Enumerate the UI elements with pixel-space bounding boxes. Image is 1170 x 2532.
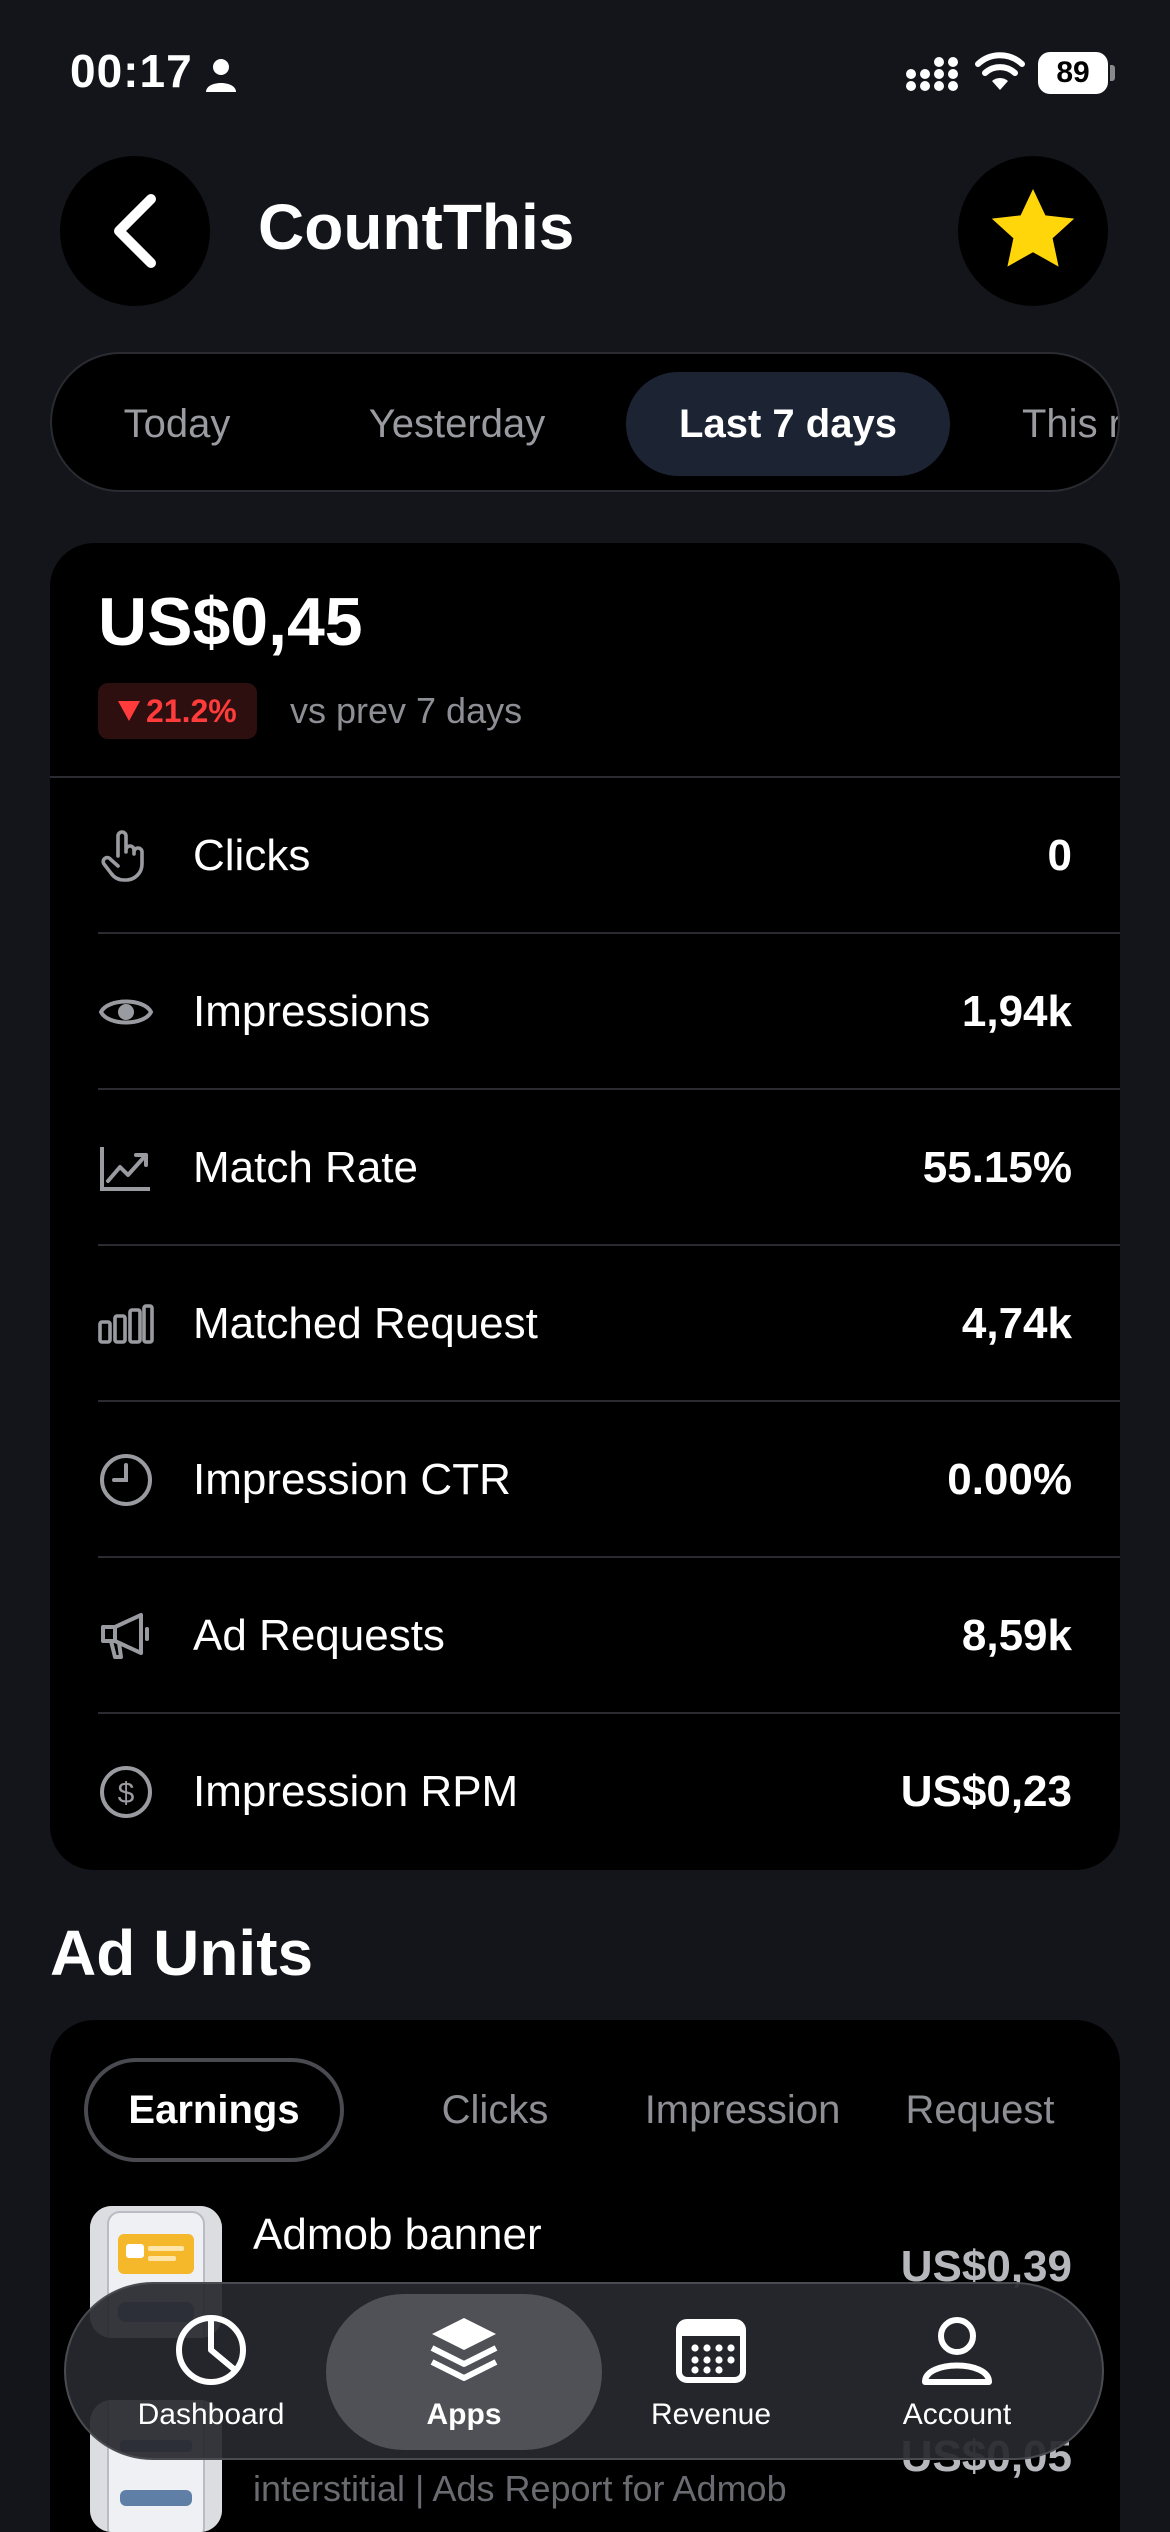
- wifi-icon: [975, 52, 1025, 90]
- metric-value: 0.00%: [947, 1455, 1072, 1504]
- pointer-hand-icon: [98, 828, 154, 884]
- tab-request[interactable]: Request: [860, 2058, 1100, 2162]
- tab-today[interactable]: Today: [72, 372, 282, 476]
- status-bar: 00:17 89: [0, 0, 1170, 150]
- battery-level: 89: [1056, 56, 1090, 89]
- metric-row-clicks[interactable]: Clicks 0: [98, 778, 1120, 934]
- earnings-amount: US$0,45: [98, 584, 363, 660]
- tab-bar-label: Dashboard: [137, 2398, 285, 2431]
- ad-unit-name: Admob banner: [253, 2210, 542, 2259]
- change-caption: vs prev 7 days: [290, 690, 523, 731]
- favorite-button[interactable]: [958, 156, 1108, 306]
- tab-impression[interactable]: Impression: [610, 2058, 875, 2162]
- bars-icon: [98, 1296, 154, 1352]
- app-screen: 00:17 89 CountThis Today Yesterday Last …: [0, 0, 1170, 2532]
- change-percent: 21.2%: [146, 692, 237, 729]
- metric-row-matched-request[interactable]: Matched Request 4,74k: [98, 1246, 1120, 1402]
- metric-value: 8,59k: [961, 1611, 1072, 1660]
- triangle-down-icon: [118, 701, 140, 721]
- calendar-icon: [676, 2319, 746, 2383]
- metric-value: 0: [1047, 831, 1072, 880]
- section-title-ad-units: Ad Units: [50, 1917, 314, 1989]
- pie-chart-icon: [176, 2315, 246, 2385]
- svg-text:$: $: [118, 1777, 135, 1810]
- chevron-left-icon: [114, 194, 156, 268]
- metric-value: 1,94k: [961, 987, 1072, 1036]
- eye-icon: [98, 984, 154, 1040]
- tab-last-7-days[interactable]: Last 7 days: [626, 372, 950, 476]
- metric-value: 55.15%: [922, 1143, 1072, 1192]
- status-time: 00:17: [70, 45, 193, 97]
- back-button[interactable]: [60, 156, 210, 306]
- metric-value: US$0,23: [900, 1767, 1072, 1816]
- metric-row-impression-ctr[interactable]: Impression CTR 0.00%: [98, 1402, 1120, 1558]
- metric-label: Match Rate: [193, 1143, 418, 1192]
- metric-label: Impression RPM: [193, 1767, 519, 1816]
- megaphone-icon: [98, 1608, 154, 1664]
- summary-card: US$0,45 21.2% vs prev 7 days Clicks 0 Im…: [50, 543, 1120, 1870]
- metric-label: Matched Request: [193, 1299, 538, 1348]
- bottom-tab-bar: Dashboard Apps Revenue Account: [64, 2282, 1104, 2460]
- trend-chart-icon: [98, 1140, 154, 1196]
- tab-bar-label: Revenue: [650, 2398, 772, 2431]
- dollar-circle-icon: $: [98, 1764, 154, 1820]
- battery-nub: [1110, 65, 1115, 81]
- tab-clicks[interactable]: Clicks: [370, 2058, 620, 2162]
- metric-row-match-rate[interactable]: Match Rate 55.15%: [98, 1090, 1120, 1246]
- metric-value: 4,74k: [961, 1299, 1072, 1348]
- tab-bar-apps[interactable]: Apps: [326, 2294, 602, 2450]
- metric-label: Clicks: [193, 831, 311, 880]
- metric-row-ad-requests[interactable]: Ad Requests 8,59k: [98, 1558, 1120, 1714]
- tab-bar-dashboard[interactable]: Dashboard: [86, 2294, 336, 2450]
- battery-indicator: 89: [1038, 52, 1108, 94]
- person-icon: [922, 2317, 992, 2385]
- metric-row-impression-rpm[interactable]: $ Impression RPM US$0,23: [98, 1714, 1120, 1870]
- layers-icon: [430, 2318, 498, 2381]
- tab-bar-revenue[interactable]: Revenue: [586, 2294, 836, 2450]
- page-title: CountThis: [258, 191, 575, 263]
- tab-bar-label: Account: [902, 2398, 1012, 2431]
- tab-bar-account[interactable]: Account: [832, 2294, 1082, 2450]
- metric-label: Impression CTR: [193, 1455, 511, 1504]
- tab-earnings[interactable]: Earnings: [84, 2058, 344, 2162]
- ad-unit-subtitle: interstitial | Ads Report for Admob: [253, 2468, 787, 2509]
- clock-icon: [98, 1452, 154, 1508]
- metric-label: Impressions: [193, 987, 431, 1036]
- person-icon: [206, 59, 236, 92]
- star-icon: [991, 189, 1075, 267]
- metric-row-impressions[interactable]: Impressions 1,94k: [98, 934, 1120, 1090]
- tab-bar-label: Apps: [426, 2398, 502, 2431]
- change-badge: 21.2%: [98, 683, 257, 739]
- period-tabs: Today Yesterday Last 7 days This r: [50, 352, 1120, 492]
- metric-label: Ad Requests: [193, 1611, 445, 1660]
- tab-yesterday[interactable]: Yesterday: [332, 372, 582, 476]
- cellular-signal-icon: [906, 57, 958, 91]
- tab-this-month[interactable]: This r: [1022, 372, 1118, 476]
